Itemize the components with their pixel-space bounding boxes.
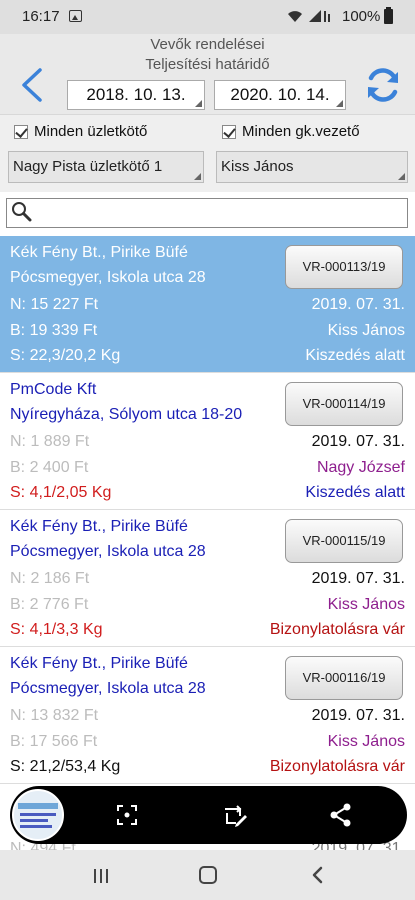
filter-panel: Minden üzletkötő Minden gk.vezető Nagy P… — [0, 114, 415, 192]
order-weight: S: 21,2/53,4 Kg — [10, 758, 121, 775]
search-bar — [0, 192, 415, 236]
order-gross: B: 2 776 Ft — [10, 596, 89, 613]
all-agents-checkbox[interactable]: Minden üzletkötő — [14, 123, 204, 143]
order-customer: PmCode Kft — [10, 381, 97, 398]
order-address: Pócsmegyer, Iskola utca 28 — [10, 269, 206, 286]
page-subtitle: Teljesítési határidő — [145, 56, 270, 73]
battery-percent: 100% — [342, 8, 381, 25]
date-from-field[interactable]: 2018. 10. 13. — [67, 80, 205, 110]
order-driver: Nagy József — [316, 459, 405, 476]
order-list-item[interactable]: Kék Fény Bt., Pirike Büfé Pócsmegyer, Is… — [0, 510, 415, 647]
checkbox-checked-icon — [222, 125, 236, 139]
gallery-notification-icon — [69, 10, 82, 22]
order-address: Pócsmegyer, Iskola utca 28 — [10, 680, 206, 697]
order-status: Bizonylatolásra vár — [269, 621, 405, 638]
wifi-icon — [288, 11, 302, 22]
agent-select[interactable]: Nagy Pista üzletkötő 1 — [8, 151, 204, 183]
order-gross: B: 17 566 Ft — [10, 733, 98, 750]
order-net: N: 15 227 Ft — [10, 296, 99, 313]
order-weight: S: 22,3/20,2 Kg — [10, 347, 121, 364]
order-list-item[interactable]: Kék Fény Bt., Pirike Büfé Pócsmegyer, Is… — [0, 236, 415, 373]
order-customer: Kék Fény Bt., Pirike Büfé — [10, 518, 188, 535]
status-time: 16:17 — [22, 8, 60, 25]
order-net: N: 13 832 Ft — [10, 707, 99, 724]
order-code-button[interactable]: VR-000113/19 — [285, 245, 403, 289]
status-bar: 16:17 100% — [0, 0, 415, 34]
order-status: Bizonylatolásra vár — [269, 758, 405, 775]
order-date: 2019. 07. 31. — [311, 707, 405, 724]
order-address: Nyíregyháza, Sólyom utca 18-20 — [10, 406, 243, 423]
order-gross: B: 19 339 Ft — [10, 322, 98, 339]
all-drivers-label: Minden gk.vezető — [242, 123, 360, 140]
all-agents-label: Minden üzletkötő — [34, 123, 148, 140]
order-date: 2019. 07. 31. — [311, 296, 405, 313]
system-nav-bar — [0, 850, 415, 900]
search-icon — [12, 202, 32, 222]
edit-icon[interactable] — [222, 802, 248, 828]
order-status: Kiszedés alatt — [305, 347, 405, 364]
recents-icon[interactable] — [92, 868, 110, 884]
scroll-capture-icon[interactable] — [114, 802, 140, 828]
refresh-button[interactable] — [362, 64, 404, 106]
order-list-item[interactable]: Kék Fény Bt., Pirike Büfé Pócsmegyer, Is… — [0, 647, 415, 784]
order-driver: Kiss János — [327, 596, 405, 613]
signal-icon — [309, 10, 330, 22]
date-to-field[interactable]: 2020. 10. 14. — [214, 80, 346, 110]
driver-select[interactable]: Kiss János — [216, 151, 408, 183]
order-weight: S: 4,1/3,3 Kg — [10, 621, 103, 638]
checkbox-checked-icon — [14, 125, 28, 139]
chevron-left-icon — [22, 68, 42, 102]
order-status: Kiszedés alatt — [305, 484, 405, 501]
order-customer: Kék Fény Bt., Pirike Büfé — [10, 655, 188, 672]
order-address: Pócsmegyer, Iskola utca 28 — [10, 543, 206, 560]
screenshot-thumbnail[interactable] — [12, 789, 64, 841]
order-list-item[interactable]: PmCode Kft Nyíregyháza, Sólyom utca 18-2… — [0, 373, 415, 510]
screenshot-toolbar — [10, 786, 407, 844]
order-gross: B: 2 400 Ft — [10, 459, 89, 476]
battery-icon — [384, 7, 393, 24]
nav-back-icon[interactable] — [309, 866, 327, 884]
order-code-button[interactable]: VR-000115/19 — [285, 519, 403, 563]
order-driver: Kiss János — [327, 322, 405, 339]
order-customer: Kék Fény Bt., Pirike Büfé — [10, 244, 188, 261]
order-date: 2019. 07. 31. — [311, 570, 405, 587]
all-drivers-checkbox[interactable]: Minden gk.vezető — [222, 123, 412, 143]
order-code-button[interactable]: VR-000116/19 — [285, 656, 403, 700]
refresh-icon — [368, 68, 398, 102]
page-title: Vevők rendelései — [150, 36, 265, 53]
home-icon[interactable] — [199, 866, 217, 884]
order-driver: Kiss János — [327, 733, 405, 750]
order-net: N: 2 186 Ft — [10, 570, 90, 587]
order-date: 2019. 07. 31. — [311, 433, 405, 450]
order-net: N: 1 889 Ft — [10, 433, 90, 450]
search-input[interactable] — [6, 198, 408, 228]
header: Vevők rendelései Teljesítési határidő 20… — [0, 34, 415, 114]
back-button[interactable] — [12, 62, 52, 108]
order-code-button[interactable]: VR-000114/19 — [285, 382, 403, 426]
share-icon[interactable] — [328, 802, 354, 828]
order-weight: S: 4,1/2,05 Kg — [10, 484, 112, 501]
